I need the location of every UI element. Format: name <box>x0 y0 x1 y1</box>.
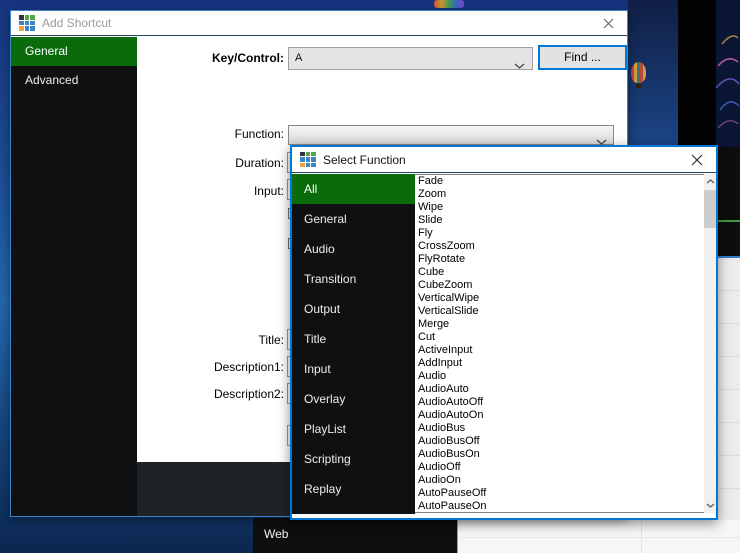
background-web-tab[interactable]: Web <box>253 518 457 553</box>
function-list-item[interactable]: Fade <box>415 175 704 188</box>
background-window-dark-panel <box>718 147 740 258</box>
function-list-item[interactable]: AddInput <box>415 357 704 370</box>
function-list[interactable]: FadeZoomWipeSlideFlyCrossZoomFlyRotateCu… <box>415 174 704 513</box>
function-list-item[interactable]: Audio <box>415 370 704 383</box>
function-category-item[interactable]: Output <box>292 294 415 324</box>
scroll-down-icon[interactable] <box>704 498 716 513</box>
function-list-item[interactable]: AudioOff <box>415 461 704 474</box>
function-label: Function: <box>71 127 284 141</box>
function-list-item[interactable]: Cube <box>415 266 704 279</box>
function-list-item[interactable]: AudioBusOn <box>415 448 704 461</box>
key-control-dropdown[interactable]: A <box>288 47 533 70</box>
background-green-bar <box>718 220 740 222</box>
scroll-up-icon[interactable] <box>704 174 716 189</box>
desktop: Web Add Shortcut GeneralAdvanced Key/Con… <box>0 0 740 553</box>
select-function-dialog: Select Function AllGeneralAudioTransitio… <box>290 145 718 520</box>
close-icon[interactable] <box>688 152 706 168</box>
background-list-rowline <box>458 537 740 538</box>
function-list-item[interactable]: CubeZoom <box>415 279 704 292</box>
add-shortcut-sidebar: GeneralAdvanced <box>11 37 137 516</box>
description1-label: Description1: <box>71 360 284 374</box>
function-category-item[interactable]: Scripting <box>292 444 415 474</box>
function-list-item[interactable]: AutoPauseOff <box>415 487 704 500</box>
function-list-item[interactable]: AutoPauseOn <box>415 500 704 513</box>
function-list-item[interactable]: Merge <box>415 318 704 331</box>
title-label: Title: <box>71 333 284 347</box>
select-function-titlebar[interactable]: Select Function <box>292 147 716 173</box>
function-list-item[interactable]: FlyRotate <box>415 253 704 266</box>
function-list-item[interactable]: Wipe <box>415 201 704 214</box>
function-list-item[interactable]: AudioBusOff <box>415 435 704 448</box>
select-function-title: Select Function <box>323 153 406 167</box>
function-list-item[interactable]: Fly <box>415 227 704 240</box>
web-tab-label: Web <box>264 527 288 541</box>
function-list-item[interactable]: Cut <box>415 331 704 344</box>
chevron-down-icon <box>514 56 525 77</box>
function-list-item[interactable]: Slide <box>415 214 704 227</box>
function-category-item[interactable]: Overlay <box>292 384 415 414</box>
function-list-item[interactable]: VerticalWipe <box>415 292 704 305</box>
function-list-scrollbar[interactable] <box>704 174 716 513</box>
function-category-sidebar: AllGeneralAudioTransitionOutputTitleInpu… <box>292 174 415 514</box>
description2-label: Description2: <box>71 387 284 401</box>
function-list-item[interactable]: ActiveInput <box>415 344 704 357</box>
function-list-item[interactable]: AudioAuto <box>415 383 704 396</box>
scrollbar-thumb[interactable] <box>704 190 716 228</box>
key-control-value: A <box>295 52 302 64</box>
fireworks-decoration <box>716 0 740 147</box>
function-category-item[interactable]: All <box>292 174 415 204</box>
function-list-item[interactable]: AudioAutoOff <box>415 396 704 409</box>
find-button[interactable]: Find ... <box>538 45 627 70</box>
key-control-label: Key/Control: <box>71 51 284 65</box>
background-list-rows <box>457 520 740 553</box>
vmix-logo-icon <box>300 152 316 168</box>
add-shortcut-title: Add Shortcut <box>42 16 111 30</box>
function-category-item[interactable]: Title <box>292 324 415 354</box>
function-list-item[interactable]: CrossZoom <box>415 240 704 253</box>
vmix-logo-icon <box>19 15 35 31</box>
function-category-item[interactable]: Replay <box>292 474 415 504</box>
input-label: Input: <box>71 184 284 198</box>
background-shortcut-list <box>718 258 740 553</box>
function-list-item[interactable]: AudioBus <box>415 422 704 435</box>
function-category-item[interactable]: PlayList <box>292 414 415 444</box>
close-icon[interactable] <box>599 15 617 31</box>
function-category-item[interactable]: Input <box>292 354 415 384</box>
function-category-item[interactable]: Audio <box>292 234 415 264</box>
wallpaper-black-strip <box>678 0 716 147</box>
function-category-item[interactable]: Transition <box>292 264 415 294</box>
hot-air-balloon-image <box>631 62 646 83</box>
function-list-item[interactable]: AudioOn <box>415 474 704 487</box>
shortcut-dialog-tab[interactable]: Advanced <box>11 66 137 95</box>
taskbar-logo-decoration <box>434 0 464 8</box>
function-list-item[interactable]: VerticalSlide <box>415 305 704 318</box>
function-list-item[interactable]: AudioAutoOn <box>415 409 704 422</box>
function-category-item[interactable]: General <box>292 204 415 234</box>
function-list-item[interactable]: Zoom <box>415 188 704 201</box>
add-shortcut-titlebar[interactable]: Add Shortcut <box>11 11 627 36</box>
duration-label: Duration: <box>71 156 284 170</box>
function-dropdown[interactable] <box>288 125 614 145</box>
